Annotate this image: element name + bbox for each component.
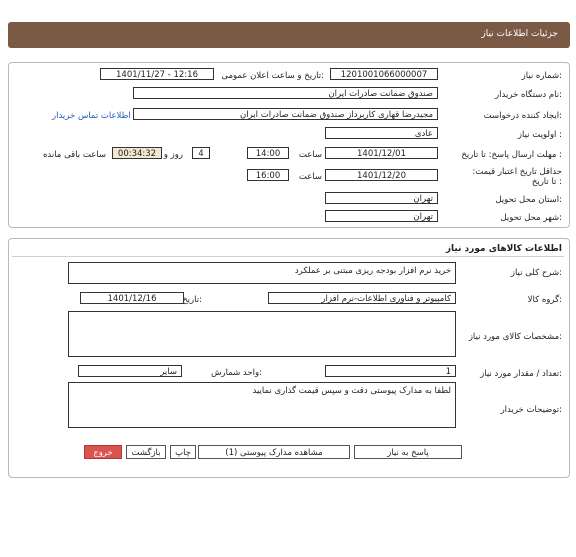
goods-divider — [12, 256, 564, 257]
response-time-field: 14:00 — [247, 147, 289, 159]
exit-button[interactable]: خروج — [84, 445, 122, 459]
buyer-org-field: صندوق ضمانت صادرات ایران — [133, 87, 438, 99]
need-number-label: شماره نیاز: — [521, 71, 562, 81]
quantity-label: تعداد / مقدار مورد نیاز: — [480, 369, 562, 379]
specs-label: مشخصات کالای مورد نیاز: — [468, 332, 562, 342]
announce-datetime-label: تاریخ و ساعت اعلان عمومی: — [221, 71, 324, 81]
days-label: روز و — [163, 150, 183, 160]
priority-field: عادی — [325, 127, 438, 139]
unit-field: سایر — [78, 365, 182, 377]
remaining-days-field: 4 — [192, 147, 210, 159]
validity-time-label: ساعت — [298, 172, 322, 182]
goods-group-field: کامپیوتر و فناوری اطلاعات-نرم افزار — [268, 292, 456, 304]
min-validity-label: حداقل تاریخ اعتبار قیمت: تا تاریخ : — [472, 167, 562, 187]
buyer-org-label: نام دستگاه خریدار: — [495, 90, 562, 100]
delivery-city-field: تهران — [325, 210, 438, 222]
print-button[interactable]: چاپ — [170, 445, 196, 459]
page-title: جزئیات اطلاعات نیاز — [481, 29, 558, 39]
page-header: جزئیات اطلاعات نیاز — [8, 22, 570, 48]
announce-datetime-field: 1401/11/27 - 12:16 — [100, 68, 214, 80]
remaining-time-label: ساعت باقی مانده — [42, 150, 106, 160]
response-time-label: ساعت — [298, 150, 322, 160]
respond-button[interactable]: پاسخ به نیاز — [354, 445, 462, 459]
buyer-contact-link[interactable]: اطلاعات تماس خریدار — [52, 111, 131, 121]
buyer-notes-label: توضیحات خریدار: — [500, 405, 562, 415]
general-desc-label: شرح کلی نیاز: — [510, 268, 562, 278]
goods-group-label: گروه کالا: — [527, 295, 562, 305]
validity-date-field: 1401/12/20 — [325, 169, 438, 181]
goods-section-title: اطلاعات کالاهای مورد نیاز — [445, 244, 562, 254]
unit-label: واحد شمارش: — [211, 368, 262, 378]
general-desc-field: خرید نرم افزار بودجه ریزی مبتنی بر عملکر… — [68, 262, 456, 284]
need-date-field: 1401/12/16 — [80, 292, 184, 304]
priority-label: اولویت نیاز : — [517, 130, 562, 140]
requester-label: ایجاد کننده درخواست: — [483, 111, 562, 121]
quantity-field: 1 — [325, 365, 456, 377]
back-button[interactable]: بازگشت — [126, 445, 166, 459]
delivery-city-label: شهر محل تحویل: — [500, 213, 562, 223]
validity-time-field: 16:00 — [247, 169, 289, 181]
need-number-field: 1201001066000007 — [330, 68, 438, 80]
delivery-province-field: تهران — [325, 192, 438, 204]
remaining-time-field: 00:34:32 — [112, 147, 162, 159]
response-date-field: 1401/12/01 — [325, 147, 438, 159]
view-attachments-button[interactable]: مشاهده مدارک پیوستی (1) — [198, 445, 350, 459]
buyer-notes-field: لطفا به مدارک پیوستی دقت و سپس قیمت گذار… — [68, 382, 456, 428]
response-deadline-label: مهلت ارسال پاسخ: تا تاریخ : — [461, 150, 562, 160]
delivery-province-label: استان محل تحویل: — [495, 195, 562, 205]
requester-field: مجیدرضا قهاری کاربرداز صندوق ضمانت صادرا… — [133, 108, 438, 120]
specs-field — [68, 311, 456, 357]
